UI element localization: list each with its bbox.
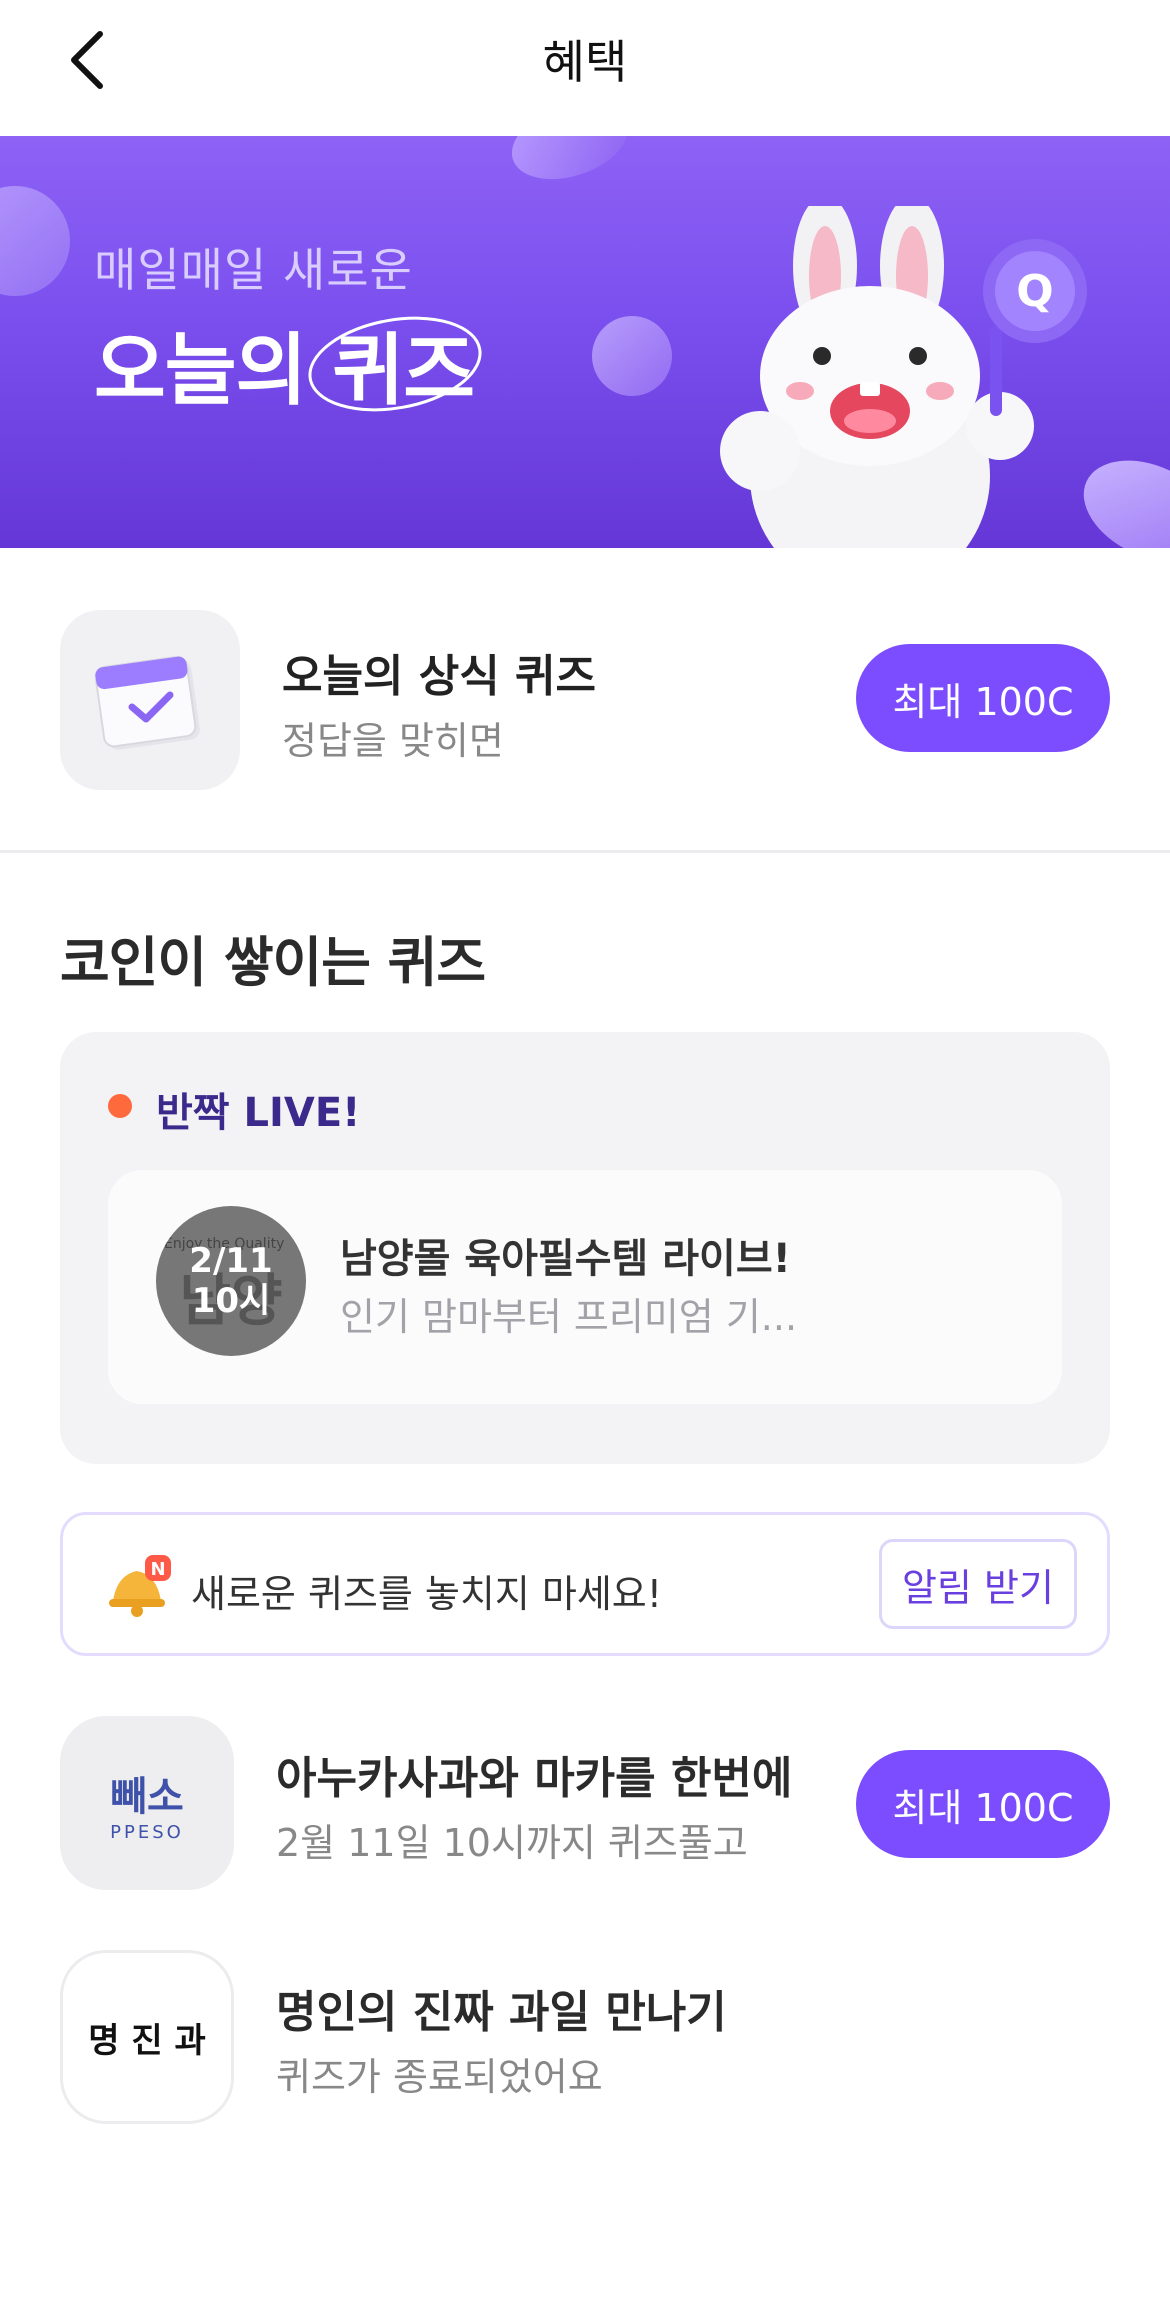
notification-banner: N 새로운 퀴즈를 놓치지 마세요! 알림 받기 bbox=[60, 1512, 1110, 1656]
title-circle-decoration bbox=[308, 316, 482, 412]
quiz-item[interactable]: 명 진 과 명인의 진짜 과일 만나기 퀴즈가 종료되었어요 bbox=[0, 1950, 1170, 2128]
coin-decoration bbox=[592, 316, 672, 396]
coin-decoration bbox=[502, 136, 638, 193]
live-item[interactable]: Enjoy the Quality 남양 2/11 10시 남양몰 육아필수템 … bbox=[108, 1170, 1062, 1404]
quiz-title: 아누카사과와 마카를 한번에 bbox=[276, 1753, 793, 1804]
app-header: 혜택 bbox=[0, 0, 1170, 136]
notification-text: 새로운 퀴즈를 놓치지 마세요! bbox=[191, 1572, 662, 1616]
coin-decoration bbox=[0, 186, 70, 296]
today-quiz-title: 오늘의 상식 퀴즈 bbox=[282, 651, 596, 702]
quiz-banner[interactable]: 매일매일 새로운 오늘의 퀴즈 Q bbox=[0, 136, 1170, 548]
banner-subtitle: 매일매일 새로운 bbox=[94, 243, 413, 297]
divider bbox=[0, 850, 1170, 853]
live-date: 2/11 bbox=[189, 1241, 273, 1281]
logo-main: 빼소 bbox=[110, 1773, 184, 1820]
logo-sub: PPESO bbox=[110, 1821, 184, 1843]
svg-text:Q: Q bbox=[1016, 266, 1053, 317]
quiz-subtitle: 퀴즈가 종료되었어요 bbox=[276, 2055, 603, 2099]
calendar-check-icon bbox=[60, 610, 240, 790]
live-schedule: 2/11 10시 bbox=[189, 1241, 272, 1321]
quiz-reward-button[interactable]: 최대 100C bbox=[856, 1750, 1110, 1858]
rabbit-mascot-icon: Q bbox=[720, 206, 1087, 548]
bell-icon: N bbox=[109, 1555, 171, 1617]
live-label: 반짝 LIVE! bbox=[156, 1090, 361, 1136]
today-quiz-subtitle: 정답을 맞히면 bbox=[282, 719, 504, 763]
quiz-item[interactable]: 빼소 PPESO 아누카사과와 마카를 한번에 2월 11일 10시까지 퀴즈풀… bbox=[0, 1716, 1170, 1894]
live-thumbnail: Enjoy the Quality 남양 2/11 10시 bbox=[156, 1206, 306, 1356]
page-title: 혜택 bbox=[542, 35, 628, 89]
notify-me-button[interactable]: 알림 받기 bbox=[879, 1539, 1077, 1629]
quiz-title: 명인의 진짜 과일 만나기 bbox=[276, 1987, 727, 2038]
today-quiz-reward-button[interactable]: 최대 100C bbox=[856, 644, 1110, 752]
today-quiz-row[interactable]: 오늘의 상식 퀴즈 정답을 맞히면 최대 100C bbox=[0, 548, 1170, 850]
logo-main: 명 진 과 bbox=[88, 2020, 206, 2061]
live-card: 반짝 LIVE! Enjoy the Quality 남양 2/11 10시 남… bbox=[60, 1032, 1110, 1464]
live-indicator-dot bbox=[108, 1094, 132, 1118]
live-description: 인기 맘마부터 프리미엄 기... bbox=[340, 1295, 798, 1339]
brand-logo: 명 진 과 bbox=[60, 1950, 234, 2124]
section-title: 코인이 쌓이는 퀴즈 bbox=[60, 931, 486, 994]
bell-badge: N bbox=[150, 1559, 165, 1580]
live-title: 남양몰 육아필수템 라이브! bbox=[340, 1236, 791, 1282]
quiz-subtitle: 2월 11일 10시까지 퀴즈풀고 bbox=[276, 1821, 748, 1865]
live-time: 10시 bbox=[191, 1281, 271, 1321]
brand-logo: 빼소 PPESO bbox=[60, 1716, 234, 1890]
